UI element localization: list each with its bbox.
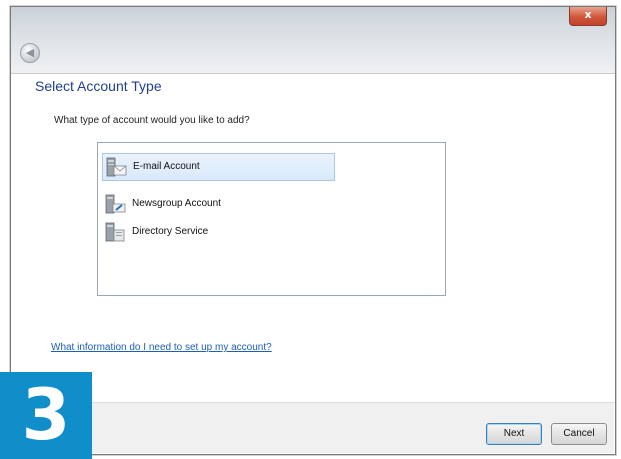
step-number-badge: 3 [0,372,92,459]
account-type-list[interactable]: E-mail Account Newsgroup Account Directo… [97,142,446,296]
question-label: What type of account would you like to a… [54,115,250,126]
list-item-label: E-mail Account [133,161,200,172]
email-account-icon [106,157,127,177]
cancel-button[interactable]: Cancel [551,423,607,445]
close-button[interactable]: x [569,7,607,26]
list-item-newsgroup-account[interactable]: Newsgroup Account [102,191,333,217]
title-bar: ◀ x [11,7,615,74]
list-item-email-account[interactable]: E-mail Account [102,153,335,181]
list-item-label: Directory Service [132,226,209,237]
help-link[interactable]: What information do I need to set up my … [51,342,272,353]
page-title: Select Account Type [35,78,162,94]
list-item-label: Newsgroup Account [132,198,221,209]
next-button[interactable]: Next [486,423,542,445]
newsgroup-account-icon [105,194,126,214]
list-item-directory-service[interactable]: Directory Service [102,219,333,245]
directory-service-icon [105,222,125,242]
back-arrow-icon[interactable]: ◀ [20,43,40,63]
